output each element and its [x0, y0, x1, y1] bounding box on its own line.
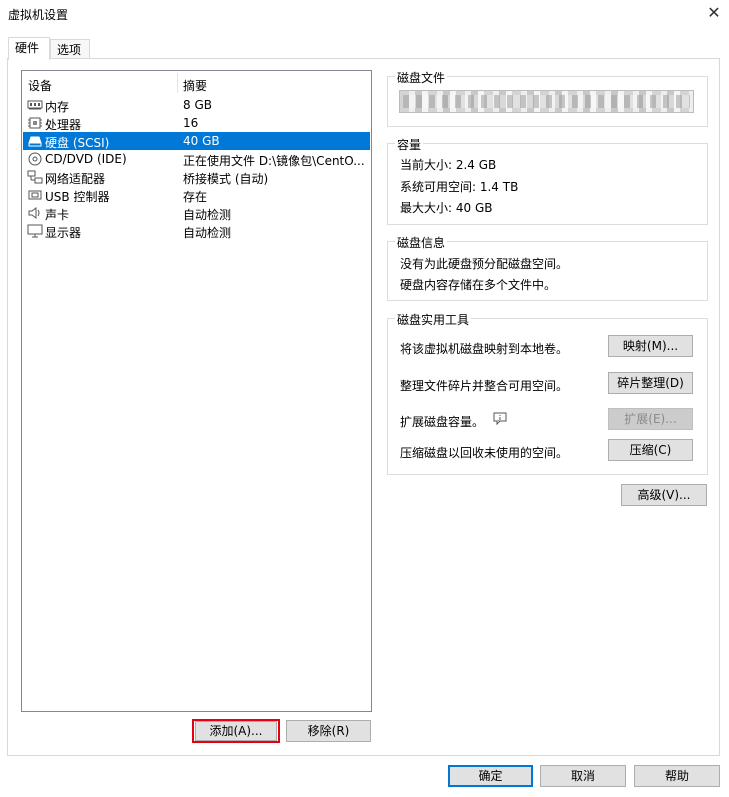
- device-name: USB 控制器: [45, 190, 110, 204]
- device-name: 处理器: [45, 118, 82, 132]
- device-row-display[interactable]: 显示器 自动检测: [23, 222, 370, 240]
- device-name: CD/DVD (IDE): [45, 152, 127, 166]
- memory-icon: [27, 100, 43, 110]
- device-row-sound-card[interactable]: 声卡 自动检测: [23, 204, 370, 222]
- disk-utilities-label: 磁盘实用工具: [395, 311, 472, 328]
- map-description: 将该虚拟机磁盘映射到本地卷。: [400, 342, 569, 356]
- window-title: 虚拟机设置: [8, 8, 69, 22]
- max-size-text: 最大大小: 40 GB: [400, 201, 493, 215]
- disk-info-line2: 硬盘内容存储在多个文件中。: [400, 278, 557, 292]
- device-summary: 存在: [183, 190, 208, 204]
- title-bar: 虚拟机设置 ✕: [0, 0, 729, 28]
- cd-dvd-icon: [28, 152, 42, 166]
- close-icon[interactable]: ✕: [699, 0, 729, 28]
- available-space-text: 系统可用空间: 1.4 TB: [400, 180, 519, 194]
- sound-card-icon: [28, 207, 40, 219]
- device-summary: 40 GB: [183, 134, 220, 148]
- disk-file-label: 磁盘文件: [395, 69, 448, 86]
- device-summary: 16: [183, 116, 199, 130]
- device-name: 硬盘 (SCSI): [45, 136, 110, 150]
- info-tooltip-icon[interactable]: [493, 412, 507, 425]
- expand-button[interactable]: 扩展(E)...: [608, 408, 693, 430]
- disk-file-path-field[interactable]: [399, 90, 694, 113]
- column-header-summary[interactable]: 摘要: [183, 77, 207, 94]
- disk-info-line1: 没有为此硬盘预分配磁盘空间。: [400, 257, 569, 271]
- defrag-description: 整理文件碎片并整合可用空间。: [400, 379, 569, 393]
- device-row-harddisk[interactable]: 硬盘 (SCSI) 40 GB: [23, 132, 370, 150]
- column-header-device[interactable]: 设备: [28, 77, 52, 94]
- current-size-text: 当前大小: 2.4 GB: [400, 158, 497, 172]
- device-summary: 正在使用文件 D:\镜像包\CentO...: [183, 154, 365, 168]
- add-device-button[interactable]: 添加(A)...: [195, 721, 277, 741]
- map-button[interactable]: 映射(M)...: [608, 335, 693, 357]
- device-summary: 自动检测: [183, 226, 232, 240]
- device-list-header: 设备 摘要: [22, 71, 371, 95]
- device-row-memory[interactable]: 内存 8 GB: [23, 96, 370, 114]
- column-separator[interactable]: [177, 73, 178, 93]
- display-icon: [27, 224, 43, 238]
- defrag-button[interactable]: 碎片整理(D): [608, 372, 693, 394]
- device-name: 网络适配器: [45, 172, 106, 186]
- device-row-network-adapter[interactable]: 网络适配器 桥接模式 (自动): [23, 168, 370, 186]
- capacity-label: 容量: [395, 136, 424, 153]
- network-adapter-icon: [27, 170, 43, 184]
- remove-device-button[interactable]: 移除(R): [286, 720, 371, 742]
- device-list[interactable]: 设备 摘要 内存 8 GB 处理器 16 硬盘 (SCSI) 40 GB CD/…: [21, 70, 372, 712]
- usb-icon: [28, 190, 42, 200]
- tab-hardware[interactable]: 硬件: [8, 37, 50, 60]
- tab-options[interactable]: 选项: [50, 39, 90, 59]
- harddisk-icon: [28, 136, 42, 147]
- disk-info-label: 磁盘信息: [395, 234, 448, 251]
- expand-description: 扩展磁盘容量。: [400, 415, 485, 429]
- advanced-button[interactable]: 高级(V)...: [621, 484, 707, 506]
- cancel-button[interactable]: 取消: [540, 765, 626, 787]
- device-summary: 8 GB: [183, 98, 212, 112]
- device-name: 显示器: [45, 226, 82, 240]
- processor-icon: [28, 117, 42, 129]
- device-row-cd-dvd[interactable]: CD/DVD (IDE) 正在使用文件 D:\镜像包\CentO...: [23, 150, 370, 168]
- device-summary: 自动检测: [183, 208, 232, 222]
- compact-button[interactable]: 压缩(C): [608, 439, 693, 461]
- device-name: 声卡: [45, 208, 70, 222]
- redacted-path: [403, 95, 690, 108]
- device-row-usb-controller[interactable]: USB 控制器 存在: [23, 186, 370, 204]
- device-row-processor[interactable]: 处理器 16: [23, 114, 370, 132]
- device-summary: 桥接模式 (自动): [183, 172, 269, 186]
- help-button[interactable]: 帮助: [634, 765, 720, 787]
- compact-description: 压缩磁盘以回收未使用的空间。: [400, 446, 569, 460]
- device-name: 内存: [45, 100, 70, 114]
- ok-button[interactable]: 确定: [448, 765, 533, 787]
